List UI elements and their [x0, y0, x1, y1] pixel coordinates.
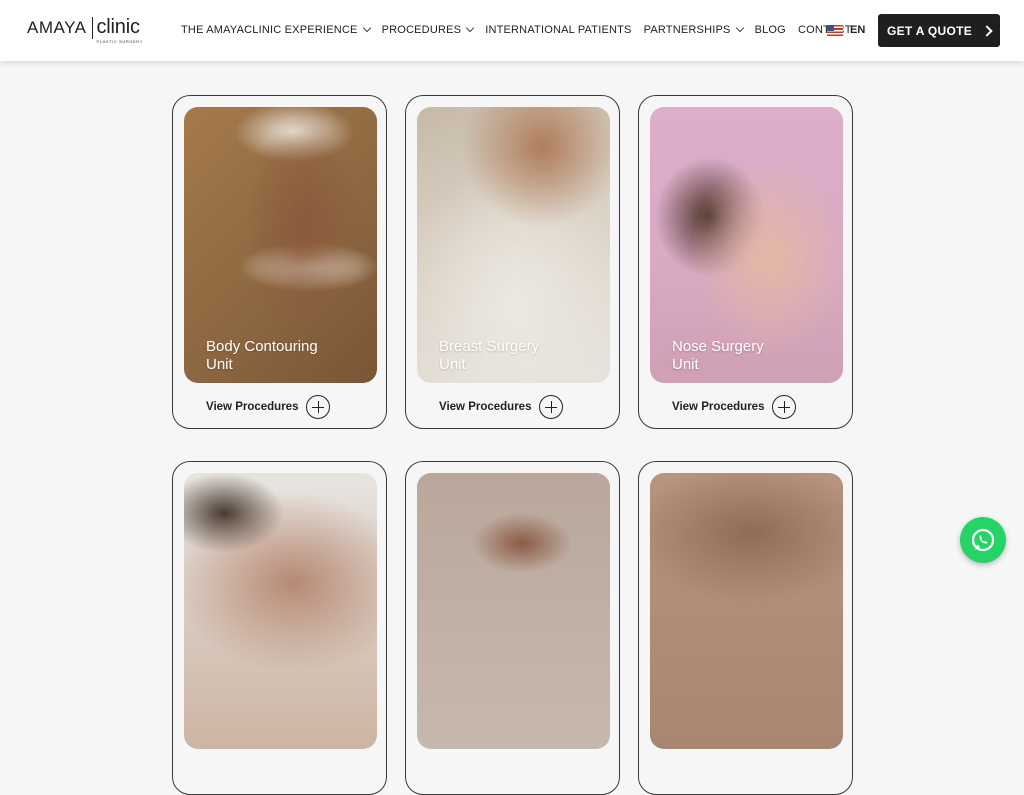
- card-title: Nose Surgery Unit: [672, 338, 764, 374]
- body-contouring-photo[interactable]: Body Contouring Unit: [184, 107, 377, 383]
- whatsapp-icon: [971, 528, 995, 552]
- card-title-line2: Unit: [672, 356, 699, 373]
- logo-text-amaya: AMAYA: [27, 18, 87, 37]
- nav-item-label: PARTNERSHIPS: [643, 24, 731, 36]
- plus-circle-icon[interactable]: [306, 395, 331, 419]
- logo-text-clinic: clinic: [96, 16, 140, 38]
- nav-item-label: PROCEDURES: [381, 24, 462, 36]
- us-flag-icon: [827, 24, 843, 36]
- view-procedures-label: View Procedures: [439, 401, 532, 413]
- nav-item-procedures[interactable]: PROCEDURES: [381, 22, 475, 38]
- card-title-line2: Unit: [439, 356, 466, 373]
- card-title-line1: Body Contouring: [206, 338, 318, 355]
- nav-item-label: INTERNATIONAL PATIENTS: [485, 24, 632, 36]
- procedure-card-breast-surgery[interactable]: Breast Surgery Unit View Procedures: [405, 95, 620, 429]
- card-title: Body Contouring Unit: [206, 338, 318, 374]
- card-title-line2: Unit: [206, 356, 233, 373]
- chevron-right-icon: [981, 24, 993, 37]
- logo-clinic-block: clinic PLASTIC SURGERY: [97, 17, 144, 44]
- chevron-down-icon: [362, 23, 371, 33]
- nav-item-experience[interactable]: THE AMAYACLINIC EXPERIENCE: [181, 22, 371, 38]
- nav-item-international-patients[interactable]: INTERNATIONAL PATIENTS: [485, 22, 631, 38]
- main-nav: THE AMAYACLINIC EXPERIENCE PROCEDURES IN…: [181, 22, 864, 38]
- twin-profile-photo[interactable]: [417, 473, 610, 749]
- view-procedures-link[interactable]: View Procedures: [672, 395, 797, 419]
- view-procedures-label: View Procedures: [672, 401, 765, 413]
- chevron-down-icon: [735, 23, 744, 33]
- view-procedures-link[interactable]: View Procedures: [439, 395, 564, 419]
- procedure-card-nose-surgery[interactable]: Nose Surgery Unit View Procedures: [638, 95, 853, 429]
- logo-divider: [91, 17, 93, 39]
- plus-circle-icon[interactable]: [539, 395, 564, 419]
- nav-item-partnerships[interactable]: PARTNERSHIPS: [643, 22, 744, 38]
- language-selector[interactable]: EN: [827, 24, 865, 36]
- whatsapp-button[interactable]: [960, 517, 1006, 563]
- breast-surgery-photo[interactable]: Breast Surgery Unit: [417, 107, 610, 383]
- view-procedures-link[interactable]: View Procedures: [206, 395, 331, 419]
- face-surgery-photo[interactable]: [184, 473, 377, 749]
- get-a-quote-button[interactable]: GET A QUOTE: [878, 14, 1000, 47]
- amayaclinic-logo[interactable]: AMAYA clinic PLASTIC SURGERY: [27, 17, 143, 45]
- get-a-quote-label: GET A QUOTE: [886, 23, 973, 38]
- nose-surgery-photo[interactable]: Nose Surgery Unit: [650, 107, 843, 383]
- logo-tagline: PLASTIC SURGERY: [96, 39, 143, 44]
- procedure-card-body-contouring[interactable]: Body Contouring Unit View Procedures: [172, 95, 387, 429]
- nav-item-label: THE AMAYACLINIC EXPERIENCE: [181, 24, 358, 36]
- breast-bra-photo[interactable]: [650, 473, 843, 749]
- card-title-line1: Nose Surgery: [672, 338, 764, 355]
- card-title-line1: Breast Surgery: [439, 338, 540, 355]
- nav-item-label: BLOG: [754, 24, 786, 36]
- site-header: AMAYA clinic PLASTIC SURGERY THE AMAYACL…: [0, 0, 1024, 61]
- view-procedures-label: View Procedures: [206, 401, 299, 413]
- card-title: Breast Surgery Unit: [439, 338, 539, 374]
- procedure-card-bra[interactable]: [638, 461, 853, 795]
- plus-circle-icon[interactable]: [772, 395, 797, 419]
- language-label: EN: [850, 24, 866, 36]
- nav-item-blog[interactable]: BLOG: [755, 22, 786, 38]
- procedure-card-twins[interactable]: [405, 461, 620, 795]
- chevron-down-icon: [465, 23, 475, 33]
- procedure-card-face[interactable]: [172, 461, 387, 795]
